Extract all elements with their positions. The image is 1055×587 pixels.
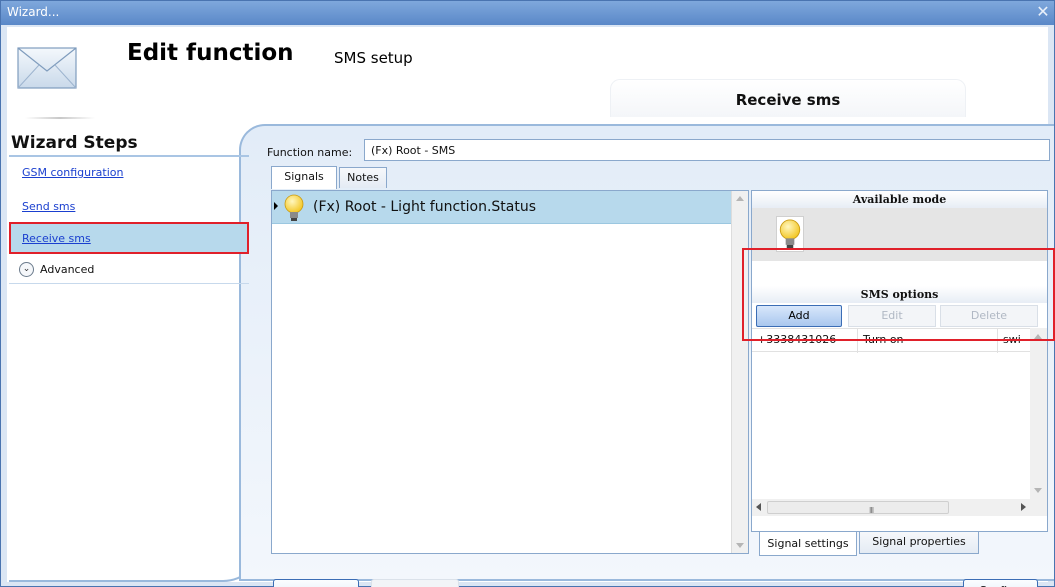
options-vertical-scrollbar[interactable] <box>1030 328 1047 499</box>
wizard-window: Wizard... ✕ Edit function SMS setup Rece… <box>0 0 1055 587</box>
bulb-icon <box>779 219 801 249</box>
page-title: Edit function <box>127 40 294 66</box>
signals-scrollbar[interactable] <box>731 191 748 553</box>
advanced-expander[interactable]: ⌄ Advanced <box>9 256 249 284</box>
mode-bulb-button[interactable] <box>776 216 804 252</box>
scroll-up-icon[interactable] <box>1034 334 1042 339</box>
row-indicator-icon <box>274 202 278 210</box>
available-mode-header: Available mode <box>752 191 1047 208</box>
page-subtitle: SMS setup <box>334 49 413 67</box>
back-button[interactable]: <<< <box>273 579 359 587</box>
scroll-grip: III <box>869 506 874 515</box>
chevron-down-icon[interactable]: ⌄ <box>19 262 34 277</box>
step-receive-sms[interactable]: Receive sms <box>22 232 91 245</box>
function-name-label: Function name: <box>267 146 353 159</box>
envelope-icon <box>17 47 77 89</box>
edit-button[interactable]: Edit <box>848 305 936 327</box>
client-area: Edit function SMS setup Receive sms Wiza… <box>7 27 1055 587</box>
sms-text-cell[interactable]: swi <box>998 329 1032 353</box>
tab-signal-settings[interactable]: Signal settings <box>759 532 857 556</box>
scroll-down-icon[interactable] <box>736 543 744 548</box>
window-title: Wizard... <box>7 5 60 19</box>
available-mode-area <box>752 208 1047 261</box>
scroll-left-icon[interactable] <box>756 503 761 511</box>
options-horizontal-scrollbar[interactable]: III <box>752 499 1030 516</box>
bulb-icon <box>284 194 304 221</box>
close-icon[interactable]: ✕ <box>1034 2 1052 22</box>
signal-settings-panel: Available mode SMS options Add Edit Dele… <box>751 190 1048 532</box>
scroll-thumb[interactable]: III <box>767 501 949 515</box>
step-send-sms[interactable]: Send sms <box>22 200 75 213</box>
function-name-input[interactable] <box>364 139 1050 161</box>
section-tab-receive-sms: Receive sms <box>610 79 966 117</box>
step-gsm-configuration[interactable]: GSM configuration <box>22 166 123 179</box>
header-separator <box>25 117 95 119</box>
tab-signal-properties[interactable]: Signal properties <box>859 532 979 554</box>
scrollbar-corner <box>1030 499 1047 516</box>
advanced-label: Advanced <box>40 263 95 276</box>
delete-button[interactable]: Delete <box>940 305 1038 327</box>
table-row[interactable]: +3338431026 Turn on swi <box>752 328 1032 353</box>
tab-signals[interactable]: Signals <box>271 166 337 189</box>
title-bar: Wizard... ✕ <box>1 1 1054 25</box>
next-button[interactable]: >>> <box>371 579 459 587</box>
wizard-steps-title: Wizard Steps <box>11 133 138 153</box>
add-button[interactable]: Add <box>756 305 842 327</box>
scroll-up-icon[interactable] <box>736 196 744 201</box>
action-cell[interactable]: Turn on <box>858 329 998 353</box>
step-receive-sms-selected[interactable]: Receive sms <box>9 222 249 254</box>
signals-list: (Fx) Root - Light function.Status <box>271 190 749 554</box>
wizard-steps-panel: GSM configuration Send sms <box>9 155 249 575</box>
sms-options-header: SMS options <box>752 286 1047 303</box>
phone-number-cell[interactable]: +3338431026 <box>752 329 858 353</box>
signal-row[interactable]: (Fx) Root - Light function.Status <box>272 191 732 224</box>
confirm-button[interactable]: Confirm <box>963 579 1038 587</box>
signal-name: (Fx) Root - Light function.Status <box>313 199 537 215</box>
scroll-right-icon[interactable] <box>1021 503 1026 511</box>
tab-notes[interactable]: Notes <box>339 167 387 188</box>
scroll-down-icon[interactable] <box>1034 488 1042 493</box>
